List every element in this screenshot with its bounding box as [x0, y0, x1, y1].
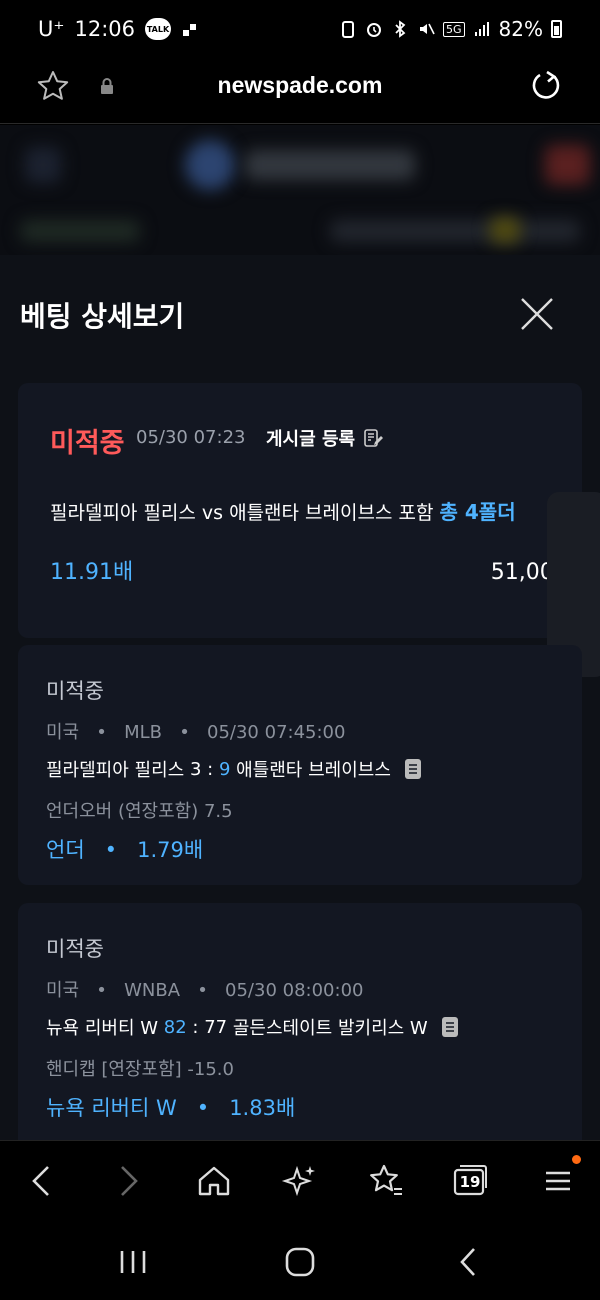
summary-match: 필라델피아 필리스 vs 애틀랜타 브레이브스 포함 총 4폴더: [50, 496, 516, 525]
away-score: 77: [204, 1016, 228, 1038]
home-button-icon[interactable]: [283, 1245, 317, 1279]
score-separator: :: [207, 758, 214, 780]
pick-label: 언더: [46, 838, 85, 862]
bet-market: 핸디캡 [연장포함] -15.0: [46, 1059, 234, 1080]
away-score: 9: [218, 758, 231, 780]
menu-notification-dot: [572, 1155, 581, 1164]
bet-meta: 미국 • WNBA • 05/30 08:00:00: [46, 976, 363, 1002]
bookmarks-star-icon[interactable]: [366, 1161, 406, 1201]
notification-icon: [545, 145, 590, 185]
summary-match-text: 필라델피아 필리스 vs 애틀랜타 브레이브스 포함: [50, 502, 434, 524]
bet-detail-sheet: 베팅 상세보기 미적중 05/30 07:23 게시글 등록 필라델피아 필리스…: [0, 255, 600, 1140]
summary-datetime: 05/30 07:23: [136, 427, 246, 448]
tab-count: 19: [459, 1173, 481, 1191]
sheet-title: 베팅 상세보기: [20, 300, 185, 333]
nav-item: [20, 220, 140, 242]
pick-odds: 1.83배: [229, 1096, 296, 1120]
bet-market: 언더오버 (연장포함) 7.5: [46, 801, 233, 822]
alarm-icon: [367, 23, 382, 37]
status-right: 5G 82%: [339, 17, 562, 41]
bet-item-card: 미적중 미국 • WNBA • 05/30 08:00:00 뉴욕 리버티 W …: [18, 903, 582, 1140]
away-team: 골든스테이트 발키리스 W: [232, 1018, 428, 1039]
menu-icon: [25, 147, 61, 183]
bet-summary-card: 미적중 05/30 07:23 게시글 등록 필라델피아 필리스 vs 애틀랜타…: [18, 383, 588, 638]
meta-dot: •: [185, 980, 220, 1001]
system-nav-bar: [0, 1225, 600, 1300]
bet-match: 뉴욕 리버티 W 82 : 77 골든스테이트 발키리스 W: [46, 1014, 458, 1040]
document-icon[interactable]: [404, 759, 421, 779]
meta-dot: •: [167, 722, 202, 743]
pick-odds: 1.79배: [137, 838, 204, 862]
home-score: 3: [189, 758, 202, 780]
back-button-icon[interactable]: [452, 1245, 486, 1279]
clock: 12:06: [74, 17, 135, 41]
home-team: 필라델피아 필리스: [46, 760, 185, 781]
summary-status: 미적중: [50, 428, 125, 459]
site-logo: [185, 140, 235, 190]
site-logo-text: [245, 150, 415, 180]
folder-count: 총 4폴더: [439, 500, 516, 524]
sparkle-icon[interactable]: [280, 1161, 320, 1201]
status-bar: U⁺ 12:06 TALK 5G 82%: [0, 0, 600, 58]
mute-icon: [420, 23, 435, 35]
tabs-button[interactable]: 19: [452, 1163, 488, 1197]
bet-league: MLB: [124, 722, 163, 743]
bet-datetime: 05/30 07:45:00: [207, 722, 346, 743]
bet-country: 미국: [46, 722, 80, 743]
home-score: 82: [163, 1016, 187, 1038]
battery-saver-icon: [342, 21, 355, 38]
home-icon[interactable]: [194, 1161, 234, 1201]
reload-icon[interactable]: [528, 68, 564, 104]
bet-status: 미적중: [46, 937, 104, 961]
bet-country: 미국: [46, 980, 80, 1001]
score-separator: :: [192, 1016, 199, 1038]
away-team: 애틀랜타 브레이브스: [236, 760, 391, 781]
bet-status: 미적중: [46, 679, 104, 703]
meta-dot: •: [84, 980, 119, 1001]
bet-pick: 뉴욕 리버티 W • 1.83배: [46, 1092, 295, 1122]
menu-icon[interactable]: [538, 1161, 578, 1201]
post-article-button[interactable]: 게시글 등록: [266, 425, 384, 451]
forward-icon[interactable]: [108, 1161, 148, 1201]
home-team: 뉴욕 리버티 W: [46, 1018, 159, 1039]
kakaotalk-icon: TALK: [145, 18, 171, 40]
battery-percent: 82%: [498, 17, 543, 41]
status-left: U⁺ 12:06 TALK: [38, 17, 199, 41]
battery-icon: [551, 20, 562, 38]
recent-apps-icon[interactable]: [116, 1245, 150, 1279]
nav-items: [330, 220, 580, 242]
carrier-label: U⁺: [38, 17, 65, 41]
edit-document-icon: [364, 429, 384, 447]
signal-bars-icon: [183, 24, 196, 36]
network-type: 5G: [443, 21, 465, 37]
pick-label: 뉴욕 리버티 W: [46, 1096, 177, 1120]
bluetooth-icon: [395, 20, 406, 38]
back-icon[interactable]: [22, 1161, 62, 1201]
nav-badge: [490, 217, 520, 243]
pick-dot: •: [183, 1096, 223, 1120]
document-icon[interactable]: [441, 1017, 458, 1037]
bet-pick: 언더 • 1.79배: [46, 834, 203, 864]
url-text[interactable]: newspade.com: [0, 72, 600, 99]
meta-dot: •: [84, 722, 119, 743]
post-article-label: 게시글 등록: [266, 429, 356, 450]
summary-odds: 11.91배: [50, 560, 134, 585]
browser-url-bar: newspade.com: [0, 58, 600, 124]
bet-league: WNBA: [124, 980, 181, 1001]
background-page: [0, 125, 600, 255]
close-icon[interactable]: [518, 295, 556, 333]
bet-meta: 미국 • MLB • 05/30 07:45:00: [46, 718, 345, 744]
bet-match: 필라델피아 필리스 3 : 9 애틀랜타 브레이브스: [46, 756, 421, 782]
cell-signal-icon: [474, 22, 489, 36]
bet-item-card: 미적중 미국 • MLB • 05/30 07:45:00 필라델피아 필리스 …: [18, 645, 582, 885]
bet-datetime: 05/30 08:00:00: [225, 980, 364, 1001]
pick-dot: •: [91, 838, 131, 862]
browser-toolbar: 19: [0, 1140, 600, 1225]
